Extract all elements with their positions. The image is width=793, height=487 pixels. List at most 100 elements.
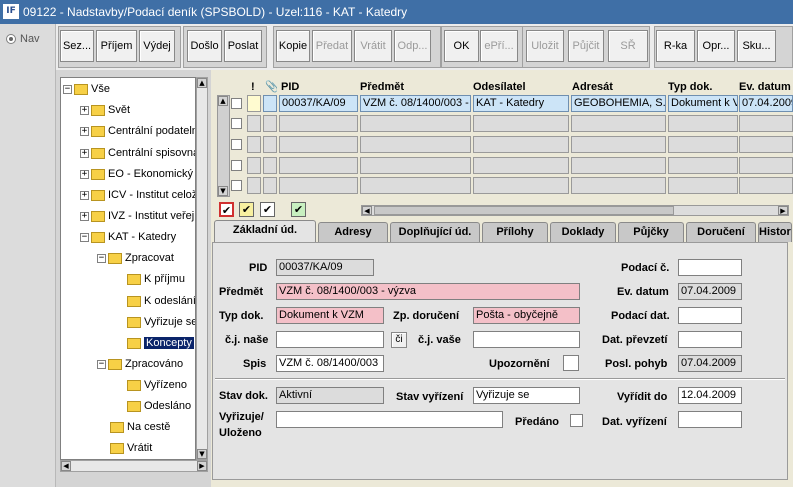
tree-node-koncepty[interactable]: Koncepty <box>127 335 194 353</box>
stav-dok-field[interactable]: Aktivní <box>276 387 384 404</box>
grid-cell[interactable] <box>360 177 471 194</box>
scroll-up-icon[interactable]: ▲ <box>218 96 228 106</box>
flag-yellow-check-icon[interactable]: ✔ <box>239 202 254 217</box>
tree-node-k-odeslani[interactable]: K odeslání <box>127 293 195 311</box>
seznam-button[interactable]: Sez... <box>60 30 94 62</box>
scroll-right-icon[interactable]: ▶ <box>197 461 207 471</box>
attachment-cell[interactable] <box>263 95 277 112</box>
collapse-icon[interactable]: − <box>80 232 89 242</box>
grid-cell[interactable] <box>739 115 793 132</box>
cell-typ-dok[interactable]: Dokument k VZM <box>668 95 738 112</box>
expand-icon[interactable]: + <box>80 211 89 221</box>
col-header-predmet[interactable]: Předmět <box>360 78 470 96</box>
grid-cell[interactable] <box>739 177 793 194</box>
grid-cell[interactable] <box>473 157 569 174</box>
cell-pid[interactable]: 00037/KA/09 <box>279 95 358 112</box>
tree-node-centralni-spisovna[interactable]: + Centrální spisovna <box>80 145 195 163</box>
grid-horizontal-scrollbar[interactable]: ◀ ▶ <box>361 205 789 216</box>
tree-node-zpracovat[interactable]: − Zpracovat <box>97 250 174 268</box>
grid-cell[interactable] <box>263 177 277 194</box>
grid-cell[interactable] <box>668 136 738 153</box>
tree-node-centralni-podatelna[interactable]: + Centrální podatelna <box>80 123 195 141</box>
eprijem-button[interactable]: ePří... <box>480 30 518 62</box>
cell-odesilatel[interactable]: KAT - Katedry <box>473 95 569 112</box>
row-checkbox[interactable] <box>231 118 242 129</box>
col-header-pid[interactable]: PID <box>281 78 357 96</box>
typ-dok-field[interactable]: Dokument k VZM <box>276 307 384 324</box>
expand-icon[interactable]: + <box>80 190 89 200</box>
opravy-button[interactable]: Opr... <box>697 30 735 62</box>
col-header-priority[interactable]: ! <box>251 78 261 96</box>
col-header-adresat[interactable]: Adresát <box>572 78 667 96</box>
folder-tree[interactable]: − Vše + Svět + Centrální podatelna + Centrál… <box>60 77 196 460</box>
paperclip-icon[interactable]: 📎 <box>265 78 277 96</box>
grid-cell[interactable] <box>263 157 277 174</box>
upozorneni-checkbox[interactable] <box>563 355 579 371</box>
tree-node-ivz[interactable]: + IVZ - Institut veřejné <box>80 208 195 226</box>
expand-icon[interactable]: + <box>80 169 89 179</box>
grid-cell[interactable] <box>247 115 261 132</box>
grid-cell[interactable] <box>279 177 358 194</box>
prijem-button[interactable]: Příjem <box>96 30 137 62</box>
pid-field[interactable]: 00037/KA/09 <box>276 259 374 276</box>
tree-node-eo[interactable]: + EO - Ekonomický odbor <box>80 166 195 184</box>
vydej-button[interactable]: Výdej <box>139 30 175 62</box>
ok-button[interactable]: OK <box>444 30 479 62</box>
tree-node-svet[interactable]: + Svět <box>80 102 130 120</box>
grid-cell[interactable] <box>473 177 569 194</box>
grid-cell[interactable] <box>247 157 261 174</box>
grid-cell[interactable] <box>571 177 666 194</box>
grid-cell[interactable] <box>571 136 666 153</box>
scroll-thumb[interactable] <box>374 206 674 215</box>
skupiny-button[interactable]: Sku... <box>737 30 776 62</box>
cj-vase-field[interactable] <box>473 331 580 348</box>
grid-cell[interactable] <box>668 115 738 132</box>
predat-button[interactable]: Předat <box>312 30 352 62</box>
grid-cell[interactable] <box>279 136 358 153</box>
tab-doklady[interactable]: Doklady <box>550 222 616 242</box>
tab-doplnujici-udaje[interactable]: Doplňující úd. <box>390 222 480 242</box>
collapse-icon[interactable]: − <box>63 84 72 94</box>
row-checkbox[interactable] <box>231 160 242 171</box>
ulozit-button[interactable]: Uložit <box>526 30 564 62</box>
cj-lookup-button[interactable]: či <box>391 332 407 348</box>
row-checkbox[interactable] <box>231 98 242 109</box>
grid-cell[interactable] <box>571 115 666 132</box>
collapse-icon[interactable]: − <box>97 359 106 369</box>
scroll-down-icon[interactable]: ▼ <box>218 186 228 196</box>
tab-doruceni[interactable]: Doručení <box>686 222 756 242</box>
expand-icon[interactable]: + <box>80 126 89 136</box>
grid-cell[interactable] <box>263 136 277 153</box>
vyridit-do-field[interactable]: 12.04.2009 <box>678 387 742 404</box>
grid-cell[interactable] <box>473 115 569 132</box>
cell-adresat[interactable]: GEOBOHEMIA, S.R.O. <box>571 95 666 112</box>
tree-vertical-scrollbar[interactable]: ▲ ▼ <box>196 77 208 460</box>
predmet-field[interactable]: VZM č. 08/1400/003 - výzva <box>276 283 580 300</box>
nav-radio[interactable] <box>6 34 16 44</box>
tree-node-kat[interactable]: − KAT - Katedry <box>80 229 176 247</box>
grid-cell[interactable] <box>247 136 261 153</box>
col-header-typ-dok[interactable]: Typ dok. <box>668 78 738 96</box>
sr-button[interactable]: SŘ <box>608 30 648 62</box>
grid-vertical-scrollbar[interactable]: ▲ ▼ <box>217 95 230 197</box>
podaci-dat-field[interactable] <box>678 307 742 324</box>
tree-node-odeslano[interactable]: Odesláno <box>127 398 191 416</box>
odpoved-button[interactable]: Odp... <box>394 30 431 62</box>
tree-node-icv[interactable]: + ICV - Institut celoživotního vzdělávání <box>80 187 195 205</box>
tab-zakladni-udaje[interactable]: Základní úd. <box>214 220 316 242</box>
grid-cell[interactable] <box>263 115 277 132</box>
grid-cell[interactable] <box>247 177 261 194</box>
row-checkbox[interactable] <box>231 139 242 150</box>
spis-field[interactable]: VZM č. 08/1400/003 <box>276 355 384 372</box>
doslo-button[interactable]: Došlo <box>187 30 222 62</box>
tree-horizontal-scrollbar[interactable]: ◀ ▶ <box>60 460 208 472</box>
grid-cell[interactable] <box>473 136 569 153</box>
scroll-right-icon[interactable]: ▶ <box>778 206 788 215</box>
priority-cell[interactable] <box>247 95 261 112</box>
grid-cell[interactable] <box>279 115 358 132</box>
cell-ev-datum[interactable]: 07.04.2009 <box>739 95 793 112</box>
grid-cell[interactable] <box>668 177 738 194</box>
cell-predmet[interactable]: VZM č. 08/1400/003 - výzva <box>360 95 471 112</box>
grid-cell[interactable] <box>279 157 358 174</box>
tree-node-vyrizuje-se[interactable]: Vyřizuje se <box>127 314 195 332</box>
